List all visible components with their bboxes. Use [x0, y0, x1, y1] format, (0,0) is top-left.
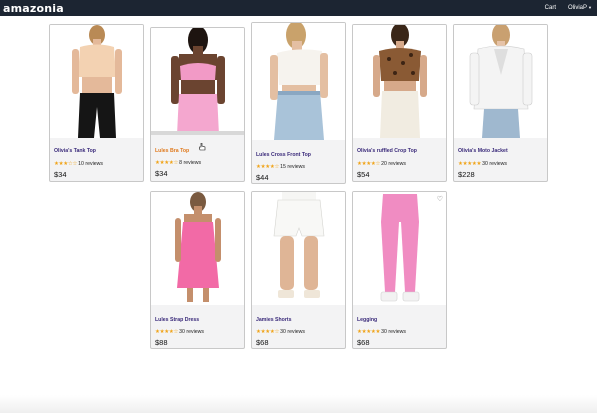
product-rating: ★★★★★ 30 reviews [357, 329, 406, 335]
review-count: 30 reviews [381, 329, 406, 335]
user-menu[interactable]: OliviaP▼ [568, 5, 592, 11]
product-photo-shorts [252, 192, 345, 305]
product-name[interactable]: Lules Strap Dress [155, 317, 199, 323]
product-price: $34 [54, 170, 67, 179]
nav-links: Cart OliviaP▼ [545, 5, 592, 11]
product-image[interactable] [252, 23, 345, 140]
rating-stars: ★★★★☆ [155, 329, 179, 335]
rating-stars: ★★★★☆ [256, 164, 280, 170]
product-image[interactable] [151, 28, 244, 135]
product-photo-tank-top [50, 25, 143, 138]
product-photo-moto-jacket [454, 25, 547, 138]
review-count: 20 reviews [381, 161, 406, 167]
product-card[interactable]: Lules Bra Top ★★★★☆ 8 reviews $34 [150, 27, 245, 182]
product-photo-strap-dress [151, 192, 244, 305]
review-count: 10 reviews [78, 161, 103, 167]
product-price: $68 [256, 338, 269, 347]
product-image[interactable]: ♡ [353, 192, 446, 305]
product-price: $54 [357, 170, 370, 179]
rating-stars: ★★★★☆ [256, 329, 280, 335]
product-rating: ★★★★☆ 30 reviews [155, 329, 204, 335]
product-name[interactable]: Lules Bra Top [155, 148, 189, 154]
review-count: 30 reviews [280, 329, 305, 335]
product-price: $228 [458, 170, 475, 179]
product-card[interactable]: ♡ Legging ★★★★★ 30 reviews $68 [352, 191, 447, 349]
product-photo-bra-top [151, 28, 244, 135]
rating-stars: ★★★★☆ [155, 160, 179, 166]
product-price: $88 [155, 338, 168, 347]
product-name[interactable]: Olivia's ruffled Crop Top [357, 148, 417, 154]
product-rating: ★★★☆☆ 10 reviews [54, 161, 103, 167]
product-card[interactable]: Lules Cross Front Top ★★★★☆ 15 reviews $4… [251, 22, 346, 184]
rating-stars: ★★★★★ [357, 329, 381, 335]
heart-icon[interactable]: ♡ [437, 195, 443, 203]
product-image[interactable] [454, 25, 547, 138]
product-photo-legging [353, 192, 446, 305]
product-image[interactable] [50, 25, 143, 138]
product-image[interactable] [151, 192, 244, 305]
product-rating: ★★★★☆ 15 reviews [256, 164, 305, 170]
product-photo-ruffled-crop-top [353, 25, 446, 138]
product-price: $68 [357, 338, 370, 347]
top-navbar: amazonia Cart OliviaP▼ [0, 0, 597, 16]
review-count: 15 reviews [280, 164, 305, 170]
product-name[interactable]: Jamies Shorts [256, 317, 291, 323]
review-count: 30 reviews [179, 329, 204, 335]
user-name: OliviaP [568, 5, 588, 11]
review-count: 30 reviews [482, 161, 507, 167]
product-card[interactable]: Olivia's Tank Top ★★★☆☆ 10 reviews $34 [49, 24, 144, 182]
product-card[interactable]: Lules Strap Dress ★★★★☆ 30 reviews $88 [150, 191, 245, 349]
product-image[interactable] [353, 25, 446, 138]
product-card[interactable]: Olivia's ruffled Crop Top ★★★★☆ 20 review… [352, 24, 447, 182]
rating-stars: ★★★☆☆ [54, 161, 78, 167]
product-price: $44 [256, 173, 269, 182]
product-rating: ★★★★☆ 8 reviews [155, 160, 201, 166]
product-name[interactable]: Lules Cross Front Top [256, 152, 311, 158]
rating-stars: ★★★★☆ [357, 161, 381, 167]
product-image[interactable] [252, 192, 345, 305]
product-price: $34 [155, 169, 168, 178]
rating-stars: ★★★★★ [458, 161, 482, 167]
product-photo-cross-front-top [252, 23, 345, 140]
product-rating: ★★★★☆ 20 reviews [357, 161, 406, 167]
bottom-shadow [0, 395, 597, 413]
cart-link[interactable]: Cart [545, 5, 556, 11]
review-count: 8 reviews [179, 160, 202, 166]
product-name[interactable]: Olivia's Tank Top [54, 148, 96, 154]
caret-down-icon: ▼ [588, 5, 592, 10]
product-rating: ★★★★★ 30 reviews [458, 161, 507, 167]
brand-logo[interactable]: amazonia [3, 2, 64, 15]
product-rating: ★★★★☆ 30 reviews [256, 329, 305, 335]
product-name[interactable]: Olivia's Moto Jacket [458, 148, 508, 154]
pointer-cursor-icon [199, 143, 206, 151]
product-card[interactable]: Olivia's Moto Jacket ★★★★★ 30 reviews $22… [453, 24, 548, 182]
product-name[interactable]: Legging [357, 317, 377, 323]
product-card[interactable]: Jamies Shorts ★★★★☆ 30 reviews $68 [251, 191, 346, 349]
